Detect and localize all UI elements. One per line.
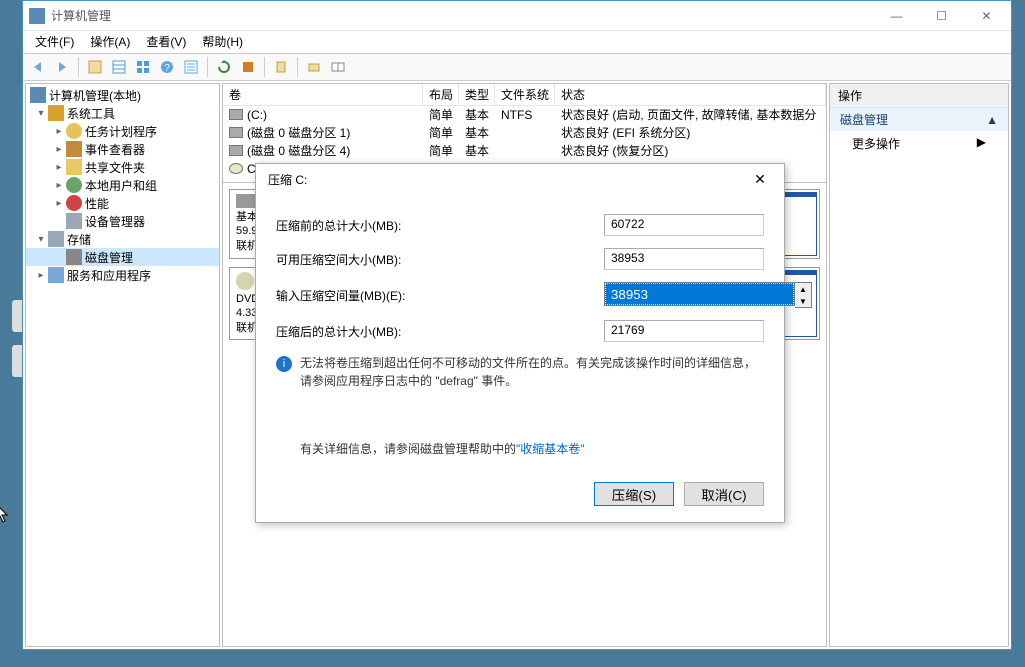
volume-row[interactable]: (C:)简单基本NTFS状态良好 (启动, 页面文件, 故障转储, 基本数据分: [223, 106, 826, 124]
cursor-icon: [0, 504, 10, 524]
tree-device-manager[interactable]: 设备管理器: [26, 212, 219, 230]
col-type[interactable]: 类型: [459, 84, 495, 105]
shrink-button[interactable]: 压缩(S): [594, 482, 674, 506]
tree-disk-management[interactable]: 磁盘管理: [26, 248, 219, 266]
col-status[interactable]: 状态: [555, 84, 826, 105]
close-button[interactable]: ✕: [964, 1, 1009, 30]
col-fs[interactable]: 文件系统: [495, 84, 555, 105]
tree-pane[interactable]: 计算机管理(本地) ▾系统工具 ▸任务计划程序 ▸事件查看器 ▸共享文件夹 ▸本…: [25, 83, 220, 647]
window-title: 计算机管理: [51, 7, 874, 24]
shrink-amount-input[interactable]: [604, 282, 795, 306]
tree-performance[interactable]: ▸性能: [26, 194, 219, 212]
tree-system-tools[interactable]: ▾系统工具: [26, 104, 219, 122]
menubar: 文件(F) 操作(A) 查看(V) 帮助(H): [23, 31, 1011, 53]
volume-row[interactable]: (磁盘 0 磁盘分区 4)简单基本状态良好 (恢复分区): [223, 142, 826, 160]
spin-down-button[interactable]: ▼: [795, 295, 811, 307]
value-size-after: 21769: [604, 320, 764, 342]
shrink-dialog: 压缩 C: ✕ 压缩前的总计大小(MB): 60722 可用压缩空间大小(MB)…: [255, 163, 785, 523]
actions-more[interactable]: 更多操作▶: [830, 131, 1008, 156]
help-icon[interactable]: ?: [156, 56, 178, 78]
tree-event-viewer[interactable]: ▸事件查看器: [26, 140, 219, 158]
diskprops-icon[interactable]: [303, 56, 325, 78]
menu-help[interactable]: 帮助(H): [194, 31, 251, 53]
dialog-title: 压缩 C:: [268, 171, 740, 188]
partprops-icon[interactable]: [327, 56, 349, 78]
label-size-before: 压缩前的总计大小(MB):: [276, 217, 604, 234]
info-message-2: 有关详细信息，请参阅磁盘管理帮助中的"收缩基本卷": [276, 440, 764, 458]
actions-header: 操作: [830, 84, 1008, 108]
col-volume[interactable]: 卷: [223, 84, 423, 105]
minimize-button[interactable]: —: [874, 1, 919, 30]
spin-up-button[interactable]: ▲: [795, 283, 811, 295]
label-size-after: 压缩后的总计大小(MB):: [276, 323, 604, 340]
help-link[interactable]: "收缩基本卷": [516, 442, 585, 456]
dialog-close-button[interactable]: ✕: [740, 166, 780, 192]
volume-row[interactable]: (磁盘 0 磁盘分区 1)简单基本状态良好 (EFI 系统分区): [223, 124, 826, 142]
volume-header[interactable]: 卷 布局 类型 文件系统 状态: [223, 84, 826, 106]
detail-icon[interactable]: [180, 56, 202, 78]
tree-local-users[interactable]: ▸本地用户和组: [26, 176, 219, 194]
value-size-before: 60722: [604, 214, 764, 236]
label-available: 可用压缩空间大小(MB):: [276, 251, 604, 268]
action-icon[interactable]: [237, 56, 259, 78]
refresh-icon[interactable]: [213, 56, 235, 78]
properties-icon[interactable]: [84, 56, 106, 78]
actions-pane: 操作 磁盘管理▲ 更多操作▶: [829, 83, 1009, 647]
back-icon[interactable]: [27, 56, 49, 78]
submenu-icon: ▶: [977, 135, 986, 152]
settings-icon[interactable]: [270, 56, 292, 78]
maximize-button[interactable]: ☐: [919, 1, 964, 30]
forward-icon[interactable]: [51, 56, 73, 78]
menu-file[interactable]: 文件(F): [27, 31, 82, 53]
tree-root[interactable]: 计算机管理(本地): [26, 86, 219, 104]
menu-view[interactable]: 查看(V): [138, 31, 194, 53]
svg-text:?: ?: [164, 63, 170, 74]
tree-services-apps[interactable]: ▸服务和应用程序: [26, 266, 219, 284]
tree-storage[interactable]: ▾存储: [26, 230, 219, 248]
collapse-icon[interactable]: ▲: [986, 113, 998, 127]
value-available: 38953: [604, 248, 764, 270]
grid-icon[interactable]: [132, 56, 154, 78]
toolbar: ?: [23, 53, 1011, 81]
label-shrink-amount: 输入压缩空间量(MB)(E):: [276, 287, 604, 304]
list-icon[interactable]: [108, 56, 130, 78]
col-layout[interactable]: 布局: [423, 84, 459, 105]
tree-shared-folders[interactable]: ▸共享文件夹: [26, 158, 219, 176]
app-icon: [29, 8, 45, 24]
info-message-1: i 无法将卷压缩到超出任何不可移动的文件所在的点。有关完成该操作时间的详细信息，…: [276, 354, 764, 390]
titlebar: 计算机管理 — ☐ ✕: [23, 1, 1011, 31]
tree-task-scheduler[interactable]: ▸任务计划程序: [26, 122, 219, 140]
cancel-button[interactable]: 取消(C): [684, 482, 764, 506]
info-icon: i: [276, 356, 292, 372]
menu-action[interactable]: 操作(A): [82, 31, 138, 53]
actions-section[interactable]: 磁盘管理▲: [830, 108, 1008, 131]
dialog-titlebar[interactable]: 压缩 C: ✕: [256, 164, 784, 194]
